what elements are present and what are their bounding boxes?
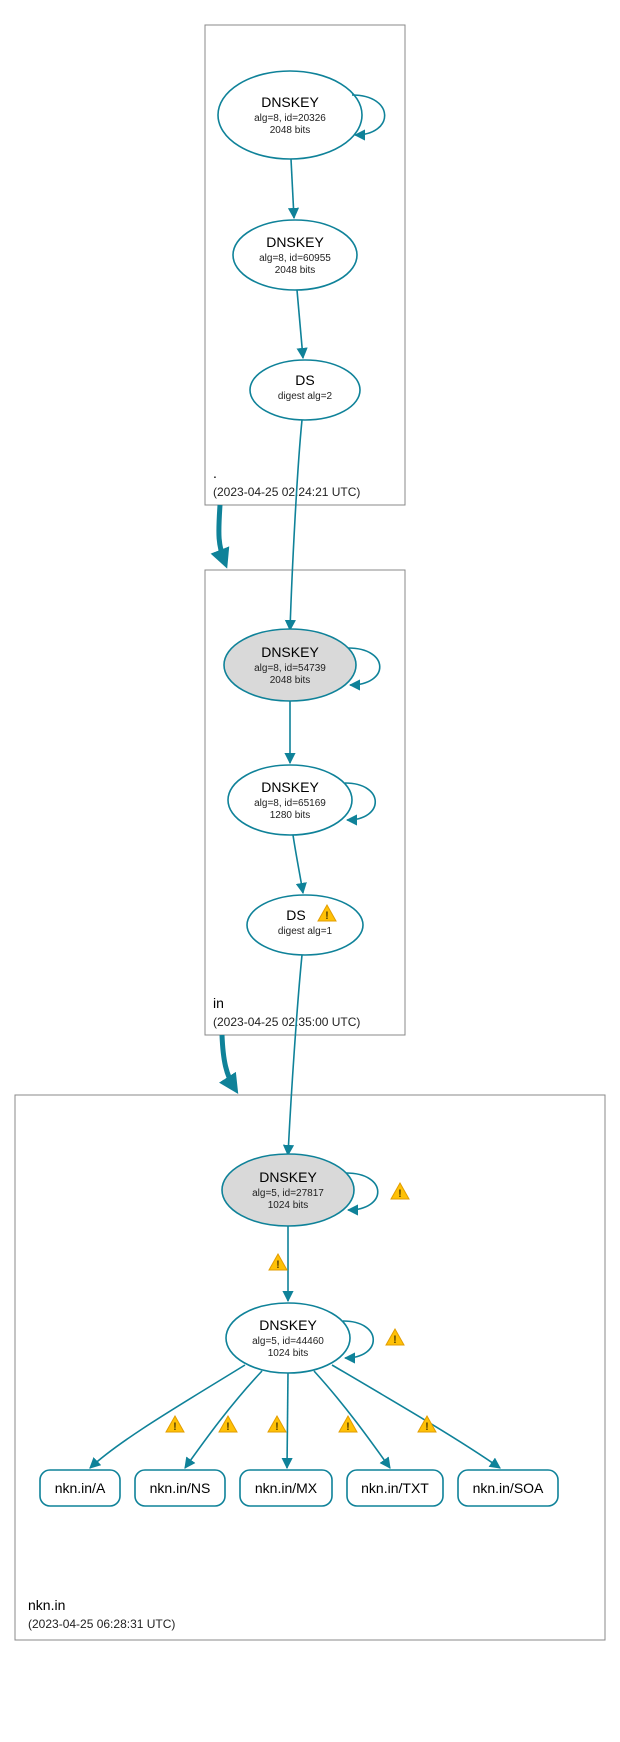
rrset-soa: nkn.in/SOA bbox=[458, 1470, 558, 1506]
svg-text:nkn.in/TXT: nkn.in/TXT bbox=[361, 1480, 429, 1496]
node-in-ksk: DNSKEY alg=8, id=54739 2048 bits bbox=[224, 629, 356, 701]
svg-text:alg=8, id=54739: alg=8, id=54739 bbox=[254, 663, 326, 674]
zone-nkn-timestamp: (2023-04-25 06:28:31 UTC) bbox=[28, 1617, 175, 1631]
svg-text:nkn.in/SOA: nkn.in/SOA bbox=[473, 1480, 544, 1496]
svg-text:2048 bits: 2048 bits bbox=[270, 675, 311, 686]
edge-root-ksk-to-zsk bbox=[291, 159, 294, 218]
edge-root-ds-to-in-ksk bbox=[290, 420, 302, 630]
svg-text:alg=8, id=20326: alg=8, id=20326 bbox=[254, 113, 326, 124]
node-root-ds: DS digest alg=2 bbox=[250, 360, 360, 420]
edge-root-zsk-to-ds bbox=[297, 290, 303, 358]
svg-text:alg=8, id=60955: alg=8, id=60955 bbox=[259, 253, 331, 264]
warning-icon bbox=[268, 1416, 286, 1433]
rrset-ns: nkn.in/NS bbox=[135, 1470, 225, 1506]
zone-in-name: in bbox=[213, 995, 224, 1011]
node-root-ksk: DNSKEY alg=8, id=20326 2048 bits bbox=[218, 71, 362, 159]
svg-text:alg=8, id=65169: alg=8, id=65169 bbox=[254, 798, 326, 809]
svg-text:alg=5, id=27817: alg=5, id=27817 bbox=[252, 1188, 324, 1199]
zone-root-name: . bbox=[213, 465, 217, 481]
svg-text:nkn.in/A: nkn.in/A bbox=[55, 1480, 106, 1496]
svg-text:DS: DS bbox=[295, 372, 314, 388]
svg-text:2048 bits: 2048 bits bbox=[270, 125, 311, 136]
edge-zsk-a bbox=[90, 1365, 245, 1468]
node-nkn-ksk: DNSKEY alg=5, id=27817 1024 bits bbox=[222, 1154, 354, 1226]
edge-in-ds-to-nkn-ksk bbox=[288, 955, 302, 1155]
svg-text:DNSKEY: DNSKEY bbox=[261, 644, 319, 660]
svg-text:alg=5, id=44460: alg=5, id=44460 bbox=[252, 1336, 324, 1347]
node-nkn-zsk: DNSKEY alg=5, id=44460 1024 bits bbox=[226, 1303, 350, 1373]
edge-zsk-txt bbox=[314, 1371, 390, 1468]
svg-text:digest alg=2: digest alg=2 bbox=[278, 391, 333, 402]
edge-zsk-ns bbox=[185, 1371, 262, 1468]
edge-zsk-soa bbox=[332, 1365, 500, 1468]
node-in-ds: DS digest alg=1 bbox=[247, 895, 363, 955]
dnssec-graph: ! . (2023-04-25 02:24:21 UTC) in (2023-0… bbox=[0, 0, 620, 1742]
zone-in-timestamp: (2023-04-25 02:35:00 UTC) bbox=[213, 1015, 360, 1029]
node-in-zsk: DNSKEY alg=8, id=65169 1280 bits bbox=[228, 765, 352, 835]
warning-icon bbox=[386, 1329, 404, 1346]
svg-text:digest alg=1: digest alg=1 bbox=[278, 926, 333, 937]
rrset-txt: nkn.in/TXT bbox=[347, 1470, 443, 1506]
svg-text:DNSKEY: DNSKEY bbox=[259, 1169, 317, 1185]
node-root-zsk: DNSKEY alg=8, id=60955 2048 bits bbox=[233, 220, 357, 290]
svg-text:1024 bits: 1024 bits bbox=[268, 1200, 309, 1211]
warning-icon bbox=[391, 1183, 409, 1200]
edge-deleg-in-nkn bbox=[222, 1035, 235, 1089]
edge-deleg-root-in bbox=[219, 505, 225, 563]
rrset-a: nkn.in/A bbox=[40, 1470, 120, 1506]
svg-text:DNSKEY: DNSKEY bbox=[266, 234, 324, 250]
svg-text:1280 bits: 1280 bits bbox=[270, 810, 311, 821]
warning-icon bbox=[166, 1416, 184, 1433]
zone-root-timestamp: (2023-04-25 02:24:21 UTC) bbox=[213, 485, 360, 499]
svg-text:DS: DS bbox=[286, 907, 305, 923]
svg-text:nkn.in/NS: nkn.in/NS bbox=[150, 1480, 211, 1496]
warning-icon bbox=[269, 1254, 287, 1271]
svg-text:DNSKEY: DNSKEY bbox=[259, 1317, 317, 1333]
svg-text:DNSKEY: DNSKEY bbox=[261, 779, 319, 795]
edge-in-zsk-to-ds bbox=[293, 835, 303, 893]
rrset-mx: nkn.in/MX bbox=[240, 1470, 332, 1506]
zone-nkn-name: nkn.in bbox=[28, 1597, 65, 1613]
edge-zsk-mx bbox=[287, 1373, 288, 1468]
svg-text:2048 bits: 2048 bits bbox=[275, 265, 316, 276]
svg-text:nkn.in/MX: nkn.in/MX bbox=[255, 1480, 318, 1496]
svg-text:1024 bits: 1024 bits bbox=[268, 1348, 309, 1359]
svg-text:DNSKEY: DNSKEY bbox=[261, 94, 319, 110]
